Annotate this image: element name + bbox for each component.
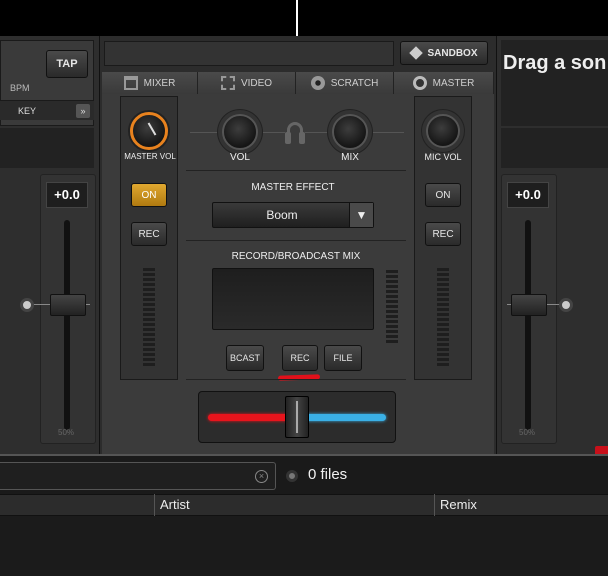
effect-selected-value: Boom [266, 208, 298, 222]
divider-2 [186, 240, 406, 241]
left-pitch-track [64, 220, 70, 430]
bcast-button[interactable]: BCAST [226, 345, 264, 371]
master-vol-label: MASTER VOL [124, 152, 176, 161]
master-rec-button[interactable]: REC [131, 222, 167, 246]
mixer-icon [123, 76, 138, 90]
mixer-search-field[interactable] [104, 41, 394, 66]
browser-search-input[interactable] [0, 462, 276, 490]
chevron-down-icon[interactable]: ▼ [349, 203, 373, 227]
divider-3 [186, 379, 406, 380]
files-indicator-icon [286, 470, 298, 482]
right-pitch-range: 50% [519, 428, 536, 437]
vol-label: VOL [229, 152, 250, 163]
left-pitch-range: 50% [58, 428, 75, 437]
tab-video[interactable]: VIDEO [198, 72, 296, 94]
left-deck: TAP BPM KEY » +0.0 50% − + [0, 36, 100, 476]
film-icon [220, 76, 235, 90]
mic-level-meter [437, 268, 449, 366]
right-deck: Drag a son +0.0 50% − + [496, 36, 608, 482]
left-pitch-dot[interactable] [20, 298, 34, 312]
record-display [212, 268, 374, 330]
left-deck-dark-strip [0, 128, 94, 168]
drag-song-prompt: Drag a son [503, 52, 607, 74]
right-pitch-readout: +0.0 [507, 182, 549, 208]
master-level-meter [143, 268, 155, 366]
left-pitch-readout: +0.0 [46, 182, 88, 208]
sandbox-button[interactable]: SANDBOX [400, 41, 488, 65]
right-pitch-dot[interactable] [559, 298, 573, 312]
top-bar [0, 0, 608, 36]
left-pitch-handle[interactable] [50, 294, 86, 316]
headphones-icon[interactable] [285, 122, 305, 146]
key-expand-icon[interactable]: » [76, 104, 90, 118]
column-header-remix[interactable]: Remix [440, 497, 477, 512]
right-pitch-track [525, 220, 531, 430]
column-header-artist[interactable]: Artist [160, 497, 190, 512]
mic-on-button[interactable]: ON [425, 183, 461, 207]
bpm-label: BPM [10, 83, 30, 93]
sandbox-label: SANDBOX [427, 47, 478, 59]
clear-search-icon[interactable]: × [255, 470, 268, 483]
tab-video-label: VIDEO [240, 77, 273, 89]
master-on-button[interactable]: ON [131, 183, 167, 207]
tab-scratch[interactable]: SCRATCH [296, 72, 394, 94]
key-label: KEY [18, 106, 37, 116]
disc-icon [310, 76, 325, 90]
master-vol-knob[interactable] [130, 112, 168, 150]
right-pitch-handle[interactable] [511, 294, 547, 316]
effect-select[interactable]: Boom ▼ [212, 202, 374, 228]
vol-knob[interactable] [222, 114, 258, 150]
browser-list [0, 516, 608, 576]
record-rec-button[interactable]: REC [282, 345, 318, 371]
record-broadcast-label: RECORD/BROADCAST MIX [231, 251, 361, 262]
right-deck-dark-strip [501, 128, 608, 168]
position-marker [296, 0, 298, 36]
tab-scratch-label: SCRATCH [330, 77, 379, 89]
mic-rec-button[interactable]: REC [425, 222, 461, 246]
mic-vol-knob[interactable] [426, 114, 460, 148]
crossfader-right-track [298, 414, 386, 421]
tab-master[interactable]: MASTER [394, 72, 494, 94]
crossfader-handle[interactable] [285, 396, 309, 438]
files-count: 0 files [308, 466, 348, 483]
column-divider-2 [434, 494, 435, 516]
master-effect-label: MASTER EFFECT [251, 182, 335, 193]
mix-knob[interactable] [332, 114, 368, 150]
divider-1 [186, 170, 406, 171]
browser-header-row [0, 494, 608, 516]
tab-mixer-label: MIXER [143, 77, 176, 89]
tab-mixer[interactable]: MIXER [102, 72, 198, 94]
mic-vol-label: MIC VOL [424, 152, 462, 162]
tab-master-label: MASTER [432, 77, 475, 89]
crossfader-left-track [208, 414, 296, 421]
record-level-meter [386, 270, 398, 343]
master-icon [412, 76, 427, 90]
file-button[interactable]: FILE [324, 345, 362, 371]
mix-label: MIX [341, 152, 359, 163]
tap-button[interactable]: TAP [46, 50, 88, 78]
cube-icon [409, 46, 424, 60]
column-divider-1 [154, 494, 155, 516]
